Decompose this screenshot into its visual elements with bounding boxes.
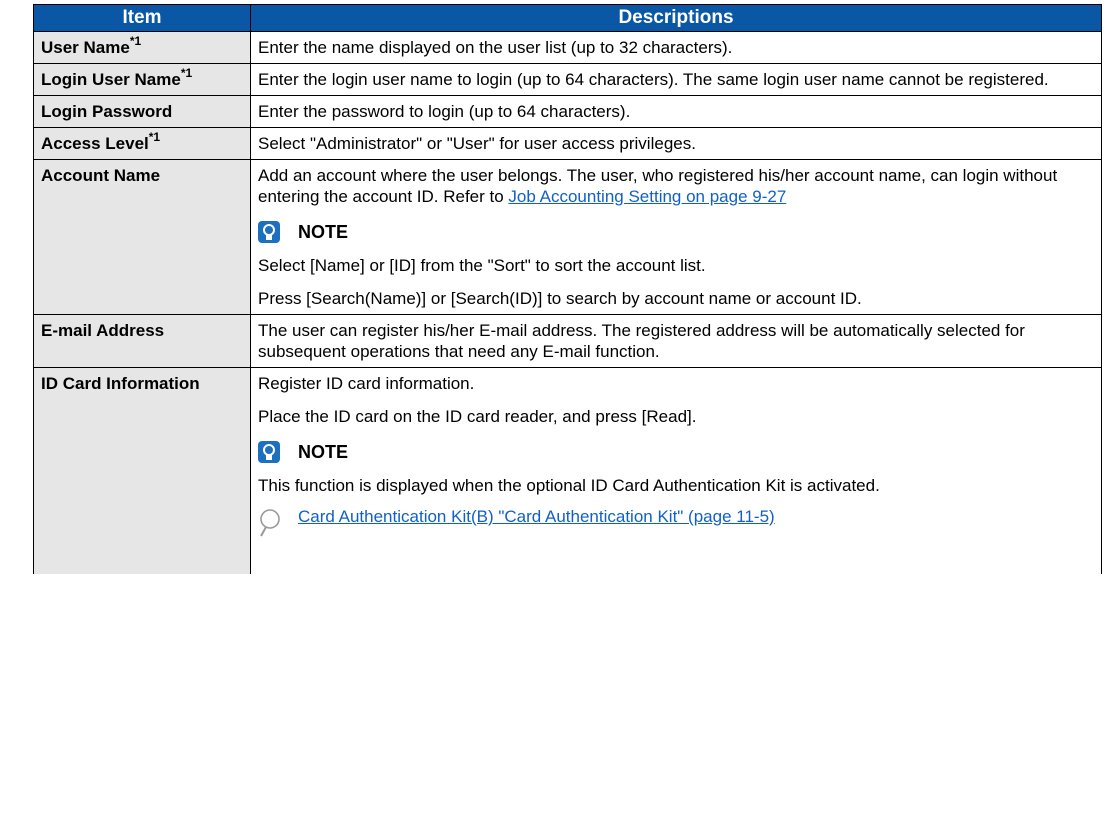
footnote-mark: *1 xyxy=(180,66,193,81)
item-label: Login Password xyxy=(41,102,173,121)
lightbulb-icon xyxy=(258,441,280,463)
description-cell: The user can register his/her E-mail add… xyxy=(250,314,1102,368)
item-cell: Login Password xyxy=(33,95,251,128)
item-label: User Name xyxy=(41,38,130,57)
lightbulb-icon xyxy=(258,221,280,243)
item-cell: E-mail Address xyxy=(33,314,251,368)
description-cell: Enter the password to login (up to 64 ch… xyxy=(250,95,1102,128)
job-accounting-link[interactable]: Job Accounting Setting on page 9-27 xyxy=(508,187,786,206)
description-cell: Enter the name displayed on the user lis… xyxy=(250,31,1102,64)
description-cell: Add an account where the user belongs. T… xyxy=(250,159,1102,315)
note-header: NOTE xyxy=(258,441,1095,463)
footnote-mark: *1 xyxy=(148,130,161,145)
magnifier-icon xyxy=(260,509,280,537)
table-row: Account Name Add an account where the us… xyxy=(33,159,1102,315)
description-text: Enter the login user name to login (up t… xyxy=(258,70,1049,89)
note-label: NOTE xyxy=(298,441,349,462)
item-cell: ID Card Information xyxy=(33,367,251,574)
item-label: ID Card Information xyxy=(41,374,200,393)
description-text: The user can register his/her E-mail add… xyxy=(258,321,1025,361)
item-label: Account Name xyxy=(41,166,161,185)
description-text: Place the ID card on the ID card reader,… xyxy=(258,407,697,426)
description-cell: Enter the login user name to login (up t… xyxy=(250,63,1102,96)
settings-table: Item Descriptions User Name*1 Enter the … xyxy=(33,4,1102,574)
table-row: Login User Name*1 Enter the login user n… xyxy=(33,63,1102,96)
note-label: NOTE xyxy=(298,221,349,242)
item-label: E-mail Address xyxy=(41,321,165,340)
item-cell: Login User Name*1 xyxy=(33,63,251,96)
note-header: NOTE xyxy=(258,221,1095,243)
table-row: E-mail Address The user can register his… xyxy=(33,314,1102,368)
note-text: Select [Name] or [ID] from the "Sort" to… xyxy=(258,256,706,275)
description-text: Add an account where the user belongs. T… xyxy=(258,165,1095,207)
table-row: Access Level*1 Select "Administrator" or… xyxy=(33,127,1102,160)
item-cell: Account Name xyxy=(33,159,251,315)
item-label: Access Level xyxy=(41,134,149,153)
note-text: This function is displayed when the opti… xyxy=(258,476,880,495)
header-descriptions: Descriptions xyxy=(250,4,1102,32)
header-item: Item xyxy=(33,4,251,32)
description-cell: Register ID card information. Place the … xyxy=(250,367,1102,574)
description-text: Register ID card information. xyxy=(258,374,475,393)
reference-row: Card Authentication Kit(B) "Card Authent… xyxy=(258,506,1095,538)
footnote-mark: *1 xyxy=(129,34,142,49)
description-cell: Select "Administrator" or "User" for use… xyxy=(250,127,1102,160)
table-header-row: Item Descriptions xyxy=(33,4,1102,32)
description-text: Enter the password to login (up to 64 ch… xyxy=(258,102,631,121)
table-row: User Name*1 Enter the name displayed on … xyxy=(33,31,1102,64)
card-authentication-kit-link[interactable]: Card Authentication Kit(B) "Card Authent… xyxy=(298,506,775,527)
description-text: Select "Administrator" or "User" for use… xyxy=(258,134,696,153)
item-label: Login User Name xyxy=(41,70,181,89)
table-row: ID Card Information Register ID card inf… xyxy=(33,367,1102,574)
item-cell: Access Level*1 xyxy=(33,127,251,160)
note-text: Press [Search(Name)] or [Search(ID)] to … xyxy=(258,289,862,308)
table-row: Login Password Enter the password to log… xyxy=(33,95,1102,128)
description-text: Enter the name displayed on the user lis… xyxy=(258,38,733,57)
item-cell: User Name*1 xyxy=(33,31,251,64)
